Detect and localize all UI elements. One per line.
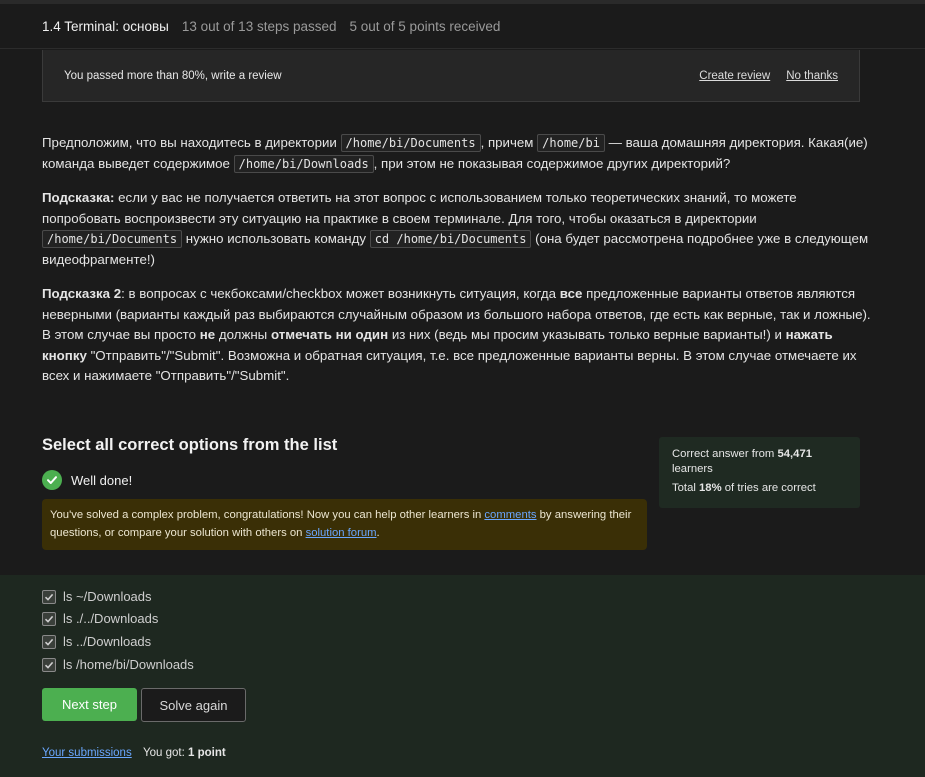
review-message: You passed more than 80%, write a review bbox=[64, 69, 282, 82]
your-submissions-link[interactable]: Your submissions bbox=[42, 747, 132, 759]
text: должны bbox=[215, 327, 271, 342]
score-value: 1 point bbox=[187, 747, 226, 759]
bold-text: не bbox=[199, 327, 216, 342]
percent-correct: 18% bbox=[699, 482, 722, 494]
total-tries-stat: Total 18% of tries are correct bbox=[672, 481, 847, 496]
text: : в вопросах с чекбоксами/checkbox может… bbox=[121, 286, 560, 301]
step-text: Предположим, что вы находитесь в директо… bbox=[42, 133, 872, 401]
congrats-banner: You've solved a complex problem, congrat… bbox=[42, 499, 647, 550]
bold-text: все bbox=[559, 286, 583, 301]
quiz-title: Select all correct options from the list bbox=[42, 436, 338, 454]
inline-code: /home/bi/Documents bbox=[42, 230, 183, 248]
hint2-paragraph: Подсказка 2: в вопросах с чекбоксами/che… bbox=[42, 284, 872, 387]
text: нужно использовать команду bbox=[182, 231, 370, 246]
answers-area bbox=[0, 575, 925, 777]
learners-count: 54,471 bbox=[777, 448, 813, 460]
well-done-text: Well done! bbox=[71, 472, 133, 488]
text: если у вас не получается ответить на это… bbox=[42, 190, 797, 226]
text: . bbox=[376, 527, 380, 539]
hint2-label: Подсказка 2 bbox=[42, 286, 122, 301]
text: , причем bbox=[480, 135, 538, 150]
lesson-header: 1.4 Terminal: основы 13 out of 13 steps … bbox=[0, 4, 925, 49]
checkbox-checked-icon[interactable] bbox=[42, 634, 56, 649]
option-label: ls /home/bi/Downloads bbox=[63, 657, 194, 672]
option-label: ls ../Downloads bbox=[63, 634, 152, 649]
option-label: ls ~/Downloads bbox=[63, 589, 152, 604]
correct-answers-stat: Correct answer from 54,471 learners bbox=[672, 447, 847, 477]
points-progress: 5 out of 5 points received bbox=[349, 18, 501, 34]
checkbox-checked-icon[interactable] bbox=[42, 589, 56, 604]
inline-code: /home/bi/Downloads bbox=[233, 154, 374, 173]
text: of tries are correct bbox=[721, 482, 816, 494]
text: из них (ведь мы просим указывать только … bbox=[388, 327, 786, 342]
inline-code: /home/bi/Documents bbox=[340, 134, 481, 152]
bold-text: отмечать ни один bbox=[270, 327, 389, 342]
hint-label: Подсказка: bbox=[42, 190, 115, 205]
no-thanks-link[interactable]: No thanks bbox=[786, 70, 838, 82]
lesson-title: 1.4 Terminal: основы bbox=[42, 18, 169, 34]
stats-panel: Correct answer from 54,471 learners Tota… bbox=[659, 437, 860, 508]
create-review-link[interactable]: Create review bbox=[699, 70, 770, 82]
score-label: You got: bbox=[143, 747, 188, 759]
text: You've solved a complex problem, congrat… bbox=[50, 509, 485, 521]
hint-paragraph: Подсказка: если у вас не получается отве… bbox=[42, 188, 872, 270]
comments-link[interactable]: comments bbox=[484, 509, 536, 521]
option-label: ls ./../Downloads bbox=[63, 611, 159, 626]
option-item[interactable]: ls ~/Downloads bbox=[42, 589, 152, 604]
checkbox-checked-icon[interactable] bbox=[42, 657, 56, 672]
text: Total bbox=[672, 482, 700, 494]
text: , при этом не показывая содержимое други… bbox=[373, 155, 731, 171]
text: Correct answer from bbox=[672, 448, 778, 460]
option-item[interactable]: ls ../Downloads bbox=[42, 634, 151, 649]
solve-again-button[interactable]: Solve again bbox=[141, 688, 246, 722]
solution-forum-link[interactable]: solution forum bbox=[306, 527, 377, 539]
text: "Отправить"/"Submit". Возможна и обратна… bbox=[42, 347, 857, 384]
option-item[interactable]: ls ./../Downloads bbox=[42, 611, 158, 626]
checkbox-checked-icon[interactable] bbox=[42, 611, 56, 626]
review-banner: You passed more than 80%, write a review… bbox=[42, 50, 860, 102]
inline-code: cd /home/bi/Documents bbox=[369, 230, 532, 248]
inline-code: /home/bi bbox=[537, 134, 605, 152]
text: Предположим, что вы находитесь в директо… bbox=[42, 135, 341, 150]
question-paragraph: Предположим, что вы находитесь в директо… bbox=[42, 133, 872, 174]
check-circle-icon bbox=[42, 470, 62, 490]
next-step-button[interactable]: Next step bbox=[42, 688, 137, 721]
steps-progress: 13 out of 13 steps passed bbox=[181, 18, 337, 34]
score-result: You got: 1 point bbox=[143, 747, 226, 759]
option-item[interactable]: ls /home/bi/Downloads bbox=[42, 657, 194, 672]
well-done-status: Well done! bbox=[42, 470, 132, 490]
text: learners bbox=[672, 463, 713, 475]
